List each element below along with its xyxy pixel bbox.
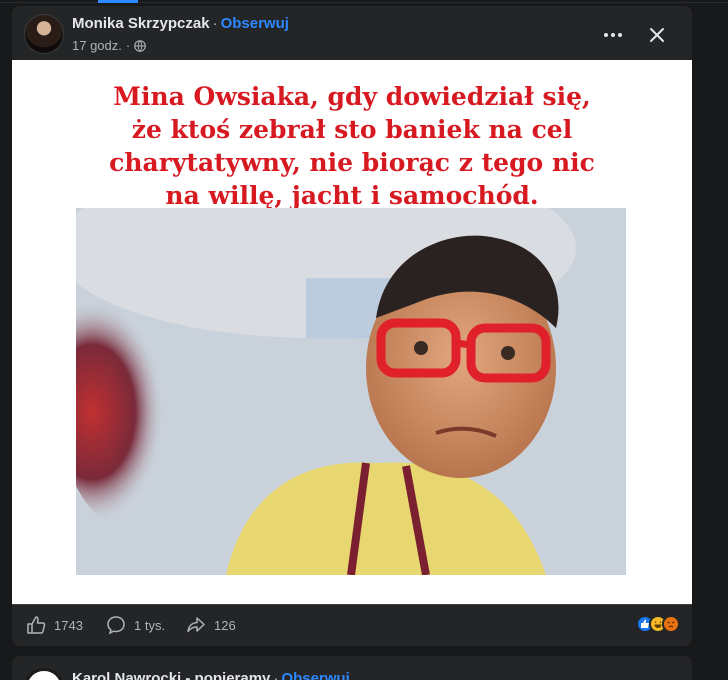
meme-caption: Mina Owsiaka, gdy dowiedział się, że kto… (72, 80, 632, 212)
caption-line: charytatywny, nie biorąc z tego nic (109, 148, 595, 177)
post-meta: 17 godz. · (72, 38, 147, 53)
meme-photo (76, 208, 626, 575)
thumbs-up-icon (27, 616, 46, 634)
post-time[interactable]: 17 godz. (72, 38, 122, 53)
next-post-card: Karol Nawrocki - popieramy · Obserwuj (12, 656, 692, 680)
angry-reaction-icon (662, 615, 680, 633)
close-post-button[interactable] (642, 20, 672, 50)
meta-separator: · (125, 38, 131, 53)
globe-icon (134, 39, 147, 52)
next-post-separator: · (273, 670, 279, 680)
name-separator: · (212, 15, 218, 32)
post-stats-bar: 1743 1 tys. 126 (12, 604, 692, 646)
next-post-author-line: Karol Nawrocki - popieramy · Obserwuj (72, 670, 350, 680)
author-avatar[interactable] (24, 14, 64, 54)
author-name[interactable]: Monika Skrzypczak (72, 15, 210, 32)
share-icon (187, 617, 205, 633)
more-options-icon (604, 33, 622, 37)
follow-link[interactable]: Obserwuj (221, 15, 289, 32)
share-count: 126 (214, 617, 236, 633)
caption-line: że ktoś zebrał sto baniek na cel (131, 115, 573, 144)
like-button[interactable]: 1743 (26, 615, 83, 635)
close-icon (650, 28, 664, 42)
author-line: Monika Skrzypczak · Obserwuj (72, 15, 289, 32)
reactions-summary[interactable] (636, 615, 680, 633)
active-tab-indicator (98, 0, 138, 3)
share-button[interactable]: 126 (186, 615, 236, 635)
comment-icon (107, 616, 125, 635)
caption-line: Mina Owsiaka, gdy dowiedział się, (113, 82, 591, 111)
photo-illustration (76, 208, 626, 575)
post-card: Monika Skrzypczak · Obserwuj 17 godz. · Mi… (12, 6, 692, 646)
comment-button[interactable]: 1 tys. (106, 615, 165, 635)
more-options-button[interactable] (598, 20, 628, 50)
post-header: Monika Skrzypczak · Obserwuj 17 godz. · (24, 12, 680, 58)
next-post-author[interactable]: Karol Nawrocki - popieramy (72, 670, 270, 680)
post-image[interactable]: Mina Owsiaka, gdy dowiedział się, że kto… (12, 60, 692, 604)
like-count: 1743 (54, 617, 83, 633)
next-post-follow-link[interactable]: Obserwuj (281, 670, 349, 680)
comment-count: 1 tys. (134, 617, 166, 633)
next-post-avatar[interactable] (24, 668, 64, 680)
